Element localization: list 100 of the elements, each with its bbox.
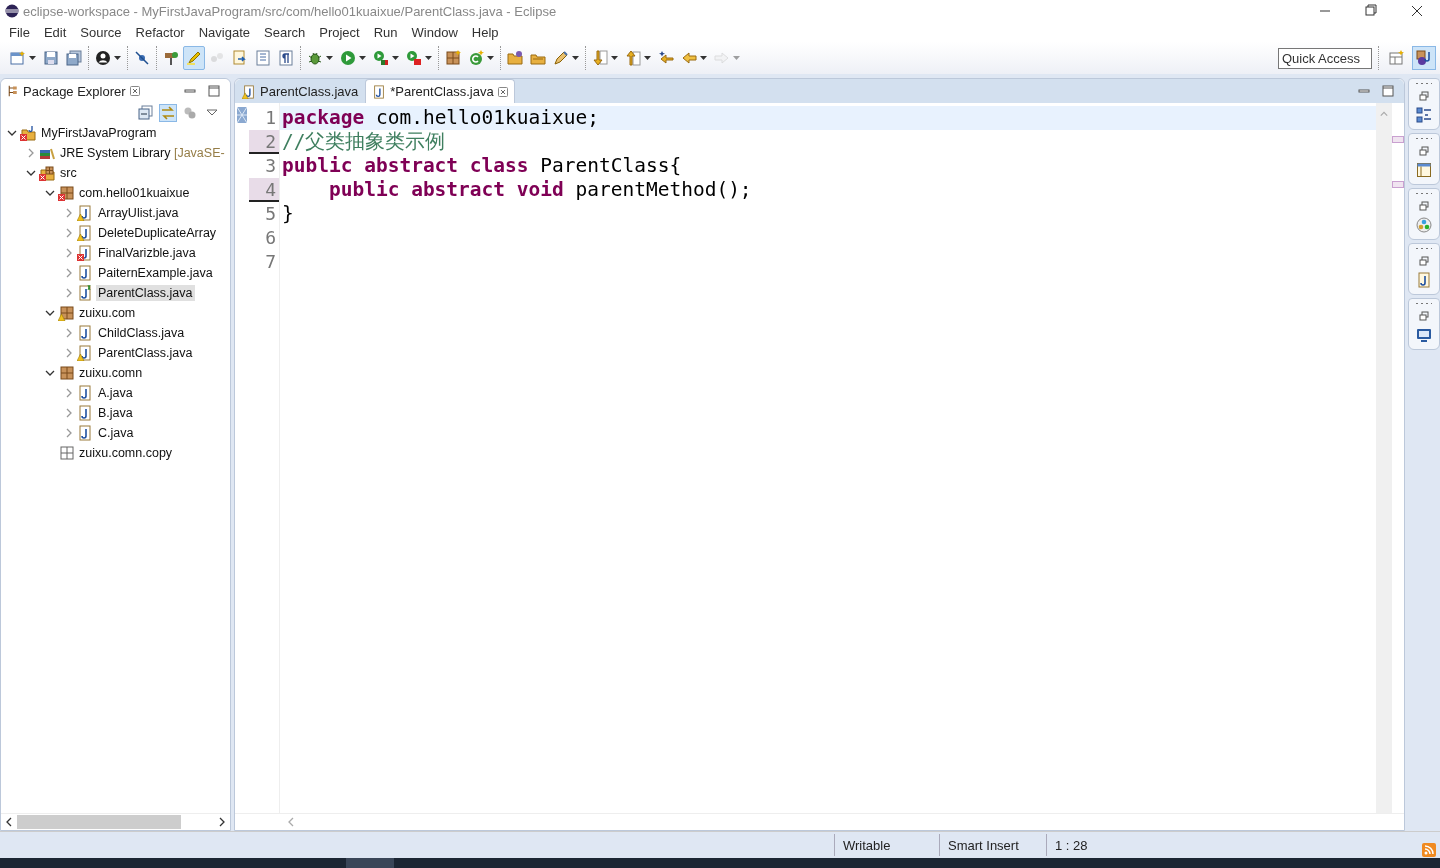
tree-item[interactable]: C.java — [96, 425, 136, 441]
caret-icon — [114, 56, 121, 60]
close-icon[interactable] — [129, 86, 140, 96]
drag-handle-icon[interactable] — [1415, 247, 1433, 250]
code-text: ParentClass{ — [539, 154, 682, 178]
save-icon — [43, 50, 59, 66]
tree-item[interactable]: FinalVarizble.java — [96, 245, 198, 261]
chevron-icon[interactable] — [45, 188, 55, 198]
code-text: parentMethod(); — [574, 178, 752, 202]
view-title[interactable]: Package Explorer — [23, 83, 126, 99]
tree-item[interactable]: PaiternExample.java — [96, 265, 215, 281]
window-plus-icon — [1389, 50, 1405, 66]
menu-item[interactable]: Project — [312, 24, 367, 40]
chevron-icon[interactable] — [45, 308, 55, 318]
horizontal-scrollbar[interactable] — [1, 813, 230, 830]
chevron-icon[interactable] — [26, 168, 36, 178]
arrow-down-icon — [592, 50, 608, 66]
tree-item[interactable]: src — [58, 165, 79, 181]
tree-item[interactable]: ParentClass.java — [96, 285, 195, 301]
caret-icon — [644, 56, 651, 60]
code-keyword: public abstract class — [282, 154, 529, 178]
panel-icon[interactable] — [1416, 162, 1432, 178]
change-marker[interactable] — [1392, 181, 1404, 188]
scroll-left-icon[interactable] — [5, 817, 13, 827]
filter-icon[interactable] — [182, 105, 198, 121]
caret-icon — [392, 56, 399, 60]
menu-item[interactable]: Run — [366, 24, 405, 40]
run-coverage-icon — [373, 50, 389, 66]
menu-item[interactable]: Refactor — [128, 24, 192, 40]
menu-item[interactable]: Source — [73, 24, 129, 40]
highlighter-button[interactable] — [183, 46, 205, 70]
editor-tab[interactable]: *ParentClass.java — [365, 79, 515, 103]
tree-item[interactable]: zuixu.com — [77, 305, 138, 321]
link-arrows-icon[interactable] — [160, 105, 176, 121]
drag-handle-icon[interactable] — [1415, 82, 1433, 85]
code-keyword: package — [282, 106, 365, 130]
menu-item[interactable]: Edit — [36, 24, 74, 40]
line-number: 1 — [264, 106, 277, 130]
signpost-icon — [163, 50, 179, 66]
caret-icon — [326, 56, 333, 60]
close-icon[interactable] — [497, 86, 508, 97]
new-wizard-icon — [10, 50, 26, 66]
drag-handle-icon[interactable] — [1415, 302, 1433, 305]
tree-item[interactable]: ParentClass.java — [96, 345, 195, 361]
restore-icon[interactable] — [1419, 91, 1429, 101]
line-number: 4 — [249, 178, 279, 202]
tree-item[interactable]: ChildClass.java — [96, 325, 187, 341]
tree-item[interactable]: JRE System Library [JavaSE- — [58, 145, 227, 161]
tree-item[interactable]: B.java — [96, 405, 135, 421]
vertical-scrollbar[interactable] — [1376, 103, 1392, 813]
palette-icon[interactable] — [1416, 217, 1432, 233]
caret-icon — [700, 56, 707, 60]
java-perspective-button[interactable] — [1412, 46, 1436, 70]
restore-icon[interactable] — [1419, 311, 1429, 321]
restore-icon[interactable] — [1419, 201, 1429, 211]
code-text: com.hello01kuaixue; — [374, 106, 599, 130]
quick-diff-icon — [237, 107, 247, 123]
tree-item[interactable]: com.hello01kuaixue — [77, 185, 192, 201]
package-explorer-icon — [7, 84, 19, 98]
window-title: eclipse-workspace - MyFirstJavaProgram/src/com/hello01kuaixue/ParentClass.java - Eclipse — [23, 3, 557, 19]
drag-handle-icon[interactable] — [1415, 137, 1433, 140]
change-marker[interactable] — [1392, 136, 1404, 143]
collapse-all-icon[interactable] — [138, 105, 154, 121]
status-field: Smart Insert — [948, 837, 1019, 853]
quick-access-field[interactable]: Quick Access — [1278, 47, 1372, 69]
menu-item[interactable]: Help — [464, 24, 506, 40]
menu-item[interactable]: File — [2, 24, 37, 40]
maximize-icon[interactable] — [1382, 85, 1394, 97]
line-number: 5 — [264, 202, 277, 226]
chevron-icon[interactable] — [45, 368, 55, 378]
new-package-icon — [445, 50, 461, 66]
tree-item[interactable]: ArrayUlist.java — [96, 205, 181, 221]
drag-handle-icon[interactable] — [1415, 192, 1433, 195]
menu-item[interactable]: Window — [404, 24, 465, 40]
line-number: 3 — [264, 154, 277, 178]
chevron-icon[interactable] — [7, 128, 17, 138]
outline-icon[interactable] — [1416, 107, 1432, 123]
tree-item[interactable]: A.java — [96, 385, 135, 401]
restore-icon[interactable] — [1419, 256, 1429, 266]
code-editor[interactable]: package com.hello01kuaixue; //父类抽象类示例 public abstract class ParentClass{ public abstract void parentMethod(); } — [280, 103, 1376, 813]
highlighter-icon — [186, 50, 202, 66]
tree-item[interactable]: zuixu.comn.copy — [77, 445, 175, 461]
java-perspective-icon — [1416, 50, 1432, 66]
editor-tab[interactable]: ParentClass.java — [235, 79, 366, 103]
tree-item[interactable]: MyFirstJavaProgram — [39, 125, 159, 141]
tree-item[interactable]: zuixu.comn — [77, 365, 145, 381]
caret-icon — [359, 56, 366, 60]
menu-item[interactable]: Search — [257, 24, 313, 40]
folder-icon — [507, 50, 523, 66]
rss-feed-icon[interactable] — [1422, 843, 1436, 857]
maximize-icon[interactable] — [208, 85, 220, 97]
java-file-icon[interactable] — [1416, 272, 1432, 288]
status-field: 1 : 28 — [1055, 837, 1088, 853]
menu-item[interactable]: Navigate — [191, 24, 257, 40]
tree-item[interactable]: DeleteDuplicateArray — [96, 225, 219, 241]
caret-icon — [29, 56, 36, 60]
scroll-right-icon[interactable] — [218, 817, 226, 827]
caret-icon — [572, 56, 579, 60]
restore-icon[interactable] — [1419, 146, 1429, 156]
monitor-icon[interactable] — [1416, 327, 1432, 343]
